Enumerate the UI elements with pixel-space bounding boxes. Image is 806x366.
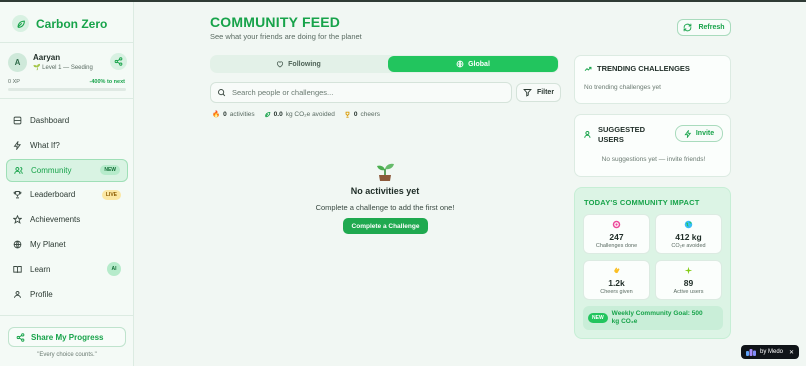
earth-icon xyxy=(656,220,721,229)
xp-value: 0 XP xyxy=(8,79,20,85)
target-icon xyxy=(584,220,649,229)
sidebar-item-label: What If? xyxy=(30,140,60,150)
weekly-goal-banner: NEW Weekly Community Goal: 500 kg CO₂e xyxy=(583,306,723,330)
xp-next: -400% to next xyxy=(89,79,125,85)
empty-state-title: No activities yet xyxy=(350,186,420,196)
star-icon xyxy=(13,215,22,225)
impact-tile-co2: 412 kg CO₂e avoided xyxy=(655,214,722,254)
user-name: Aaryan xyxy=(33,53,61,62)
fire-icon: 🔥 xyxy=(212,111,221,118)
globe-icon xyxy=(13,240,22,249)
tab-following[interactable]: Following xyxy=(211,56,386,72)
refresh-button[interactable]: Refresh xyxy=(677,19,731,36)
search-icon xyxy=(218,89,226,97)
medo-logo-icon xyxy=(746,348,756,356)
sidebar-item-label: My Planet xyxy=(30,239,66,249)
trending-card: TRENDING CHALLENGES No trending challeng… xyxy=(574,55,731,104)
cheers-stat: 0 cheers xyxy=(344,111,380,118)
activities-stat: 🔥 0 activities xyxy=(212,110,255,119)
trophy-icon xyxy=(345,111,350,118)
impact-tile-active-users: 89 Active users xyxy=(655,260,722,300)
xp-progress-bar xyxy=(8,88,126,91)
bolt-icon xyxy=(13,140,22,150)
sidebar-item-label: Learn xyxy=(30,264,51,274)
feed-toggle: Following Global xyxy=(210,55,559,73)
sidebar: Carbon Zero A Aaryan 🌱 Level 1 — Seeding… xyxy=(0,2,134,366)
sidebar-item-leaderboard[interactable]: Leaderboard LIVE xyxy=(6,183,128,206)
sidebar-item-dashboard[interactable]: Dashboard xyxy=(6,109,128,132)
dashboard-icon xyxy=(13,116,22,125)
sidebar-nav: Dashboard What If? Community NEW Leaderb… xyxy=(6,109,128,307)
medo-badge[interactable]: by Medo ✕ xyxy=(741,345,799,359)
close-icon[interactable]: ✕ xyxy=(789,349,794,356)
suggested-title: SUGGESTED USERS xyxy=(584,125,645,145)
sidebar-item-learn[interactable]: Learn AI xyxy=(6,258,128,281)
sidebar-item-achievements[interactable]: Achievements xyxy=(6,208,128,231)
book-icon xyxy=(13,265,22,274)
sidebar-item-label: Achievements xyxy=(30,215,81,225)
sidebar-item-community[interactable]: Community NEW xyxy=(6,158,128,182)
share-icon xyxy=(16,332,25,342)
seedling-icon xyxy=(377,163,394,181)
app-name: Carbon Zero xyxy=(36,16,108,31)
sidebar-item-label: Dashboard xyxy=(30,116,70,125)
trending-title: TRENDING CHALLENGES xyxy=(584,64,690,73)
sidebar-item-label: Community xyxy=(31,165,72,175)
share-progress-button[interactable]: Share My Progress xyxy=(8,327,126,347)
filter-button[interactable]: Filter xyxy=(516,83,561,102)
sidebar-item-profile[interactable]: Profile xyxy=(6,283,128,306)
leaf-icon xyxy=(12,15,29,32)
users-icon xyxy=(14,166,23,175)
avatar[interactable]: A xyxy=(8,53,27,72)
trophy-icon xyxy=(13,190,22,199)
live-badge: LIVE xyxy=(101,189,121,200)
page-subtitle: See what your friends are doing for the … xyxy=(210,32,362,41)
sparkle-icon xyxy=(656,266,721,275)
search-box xyxy=(210,82,512,103)
heart-icon xyxy=(277,61,284,68)
user-icon xyxy=(13,290,22,299)
tab-global[interactable]: Global xyxy=(388,56,558,72)
share-icon-button[interactable] xyxy=(110,53,127,70)
ai-badge: AI xyxy=(107,262,121,277)
refresh-icon xyxy=(684,23,692,32)
suggested-users-card: SUGGESTED USERS No suggestions yet — inv… xyxy=(574,114,731,177)
bolt-icon xyxy=(684,129,692,138)
sidebar-item-what-if[interactable]: What If? xyxy=(6,134,128,157)
leaf-icon xyxy=(264,111,270,117)
trending-empty: No trending challenges yet xyxy=(584,84,661,91)
globe-icon xyxy=(456,60,464,68)
trending-icon xyxy=(584,66,592,71)
divider xyxy=(0,42,134,43)
divider xyxy=(0,98,134,99)
share-icon xyxy=(114,57,123,66)
users-icon xyxy=(584,131,591,138)
co2-stat: 0.0 kg CO₂e avoided xyxy=(264,111,335,118)
sidebar-item-label: Leaderboard xyxy=(30,190,76,200)
new-badge: NEW xyxy=(100,165,120,176)
new-badge: NEW xyxy=(588,313,608,323)
invite-button[interactable]: Invite xyxy=(675,125,723,142)
impact-tile-cheers: 1.2k Cheers given xyxy=(583,260,650,300)
user-level: 🌱 Level 1 — Seeding xyxy=(33,65,93,71)
page-title: COMMUNITY FEED xyxy=(210,14,341,30)
weekly-goal-text: Weekly Community Goal: 500 kg CO₂e xyxy=(611,310,703,325)
search-input[interactable] xyxy=(231,88,511,97)
sidebar-item-label: Profile xyxy=(30,289,53,299)
sidebar-item-my-planet[interactable]: My Planet xyxy=(6,233,128,256)
clap-icon xyxy=(584,266,649,275)
community-impact-card: TODAY'S COMMUNITY IMPACT 247 Challenges … xyxy=(574,187,731,339)
filter-icon xyxy=(523,89,532,97)
impact-tile-challenges: 247 Challenges done xyxy=(583,214,650,254)
divider xyxy=(0,315,134,316)
seedling-icon: 🌱 xyxy=(33,65,41,71)
suggested-empty: No suggestions yet — invite friends! xyxy=(601,156,706,163)
brand[interactable]: Carbon Zero xyxy=(12,15,107,32)
complete-challenge-button[interactable]: Complete a Challenge xyxy=(343,218,428,234)
empty-state-subtitle: Complete a challenge to add the first on… xyxy=(315,203,455,212)
footer-quote: "Every choice counts." xyxy=(37,352,97,358)
feed-stats: 🔥 0 activities 0.0 kg CO₂e avoided 0 che… xyxy=(212,110,380,119)
impact-title: TODAY'S COMMUNITY IMPACT xyxy=(584,198,700,207)
